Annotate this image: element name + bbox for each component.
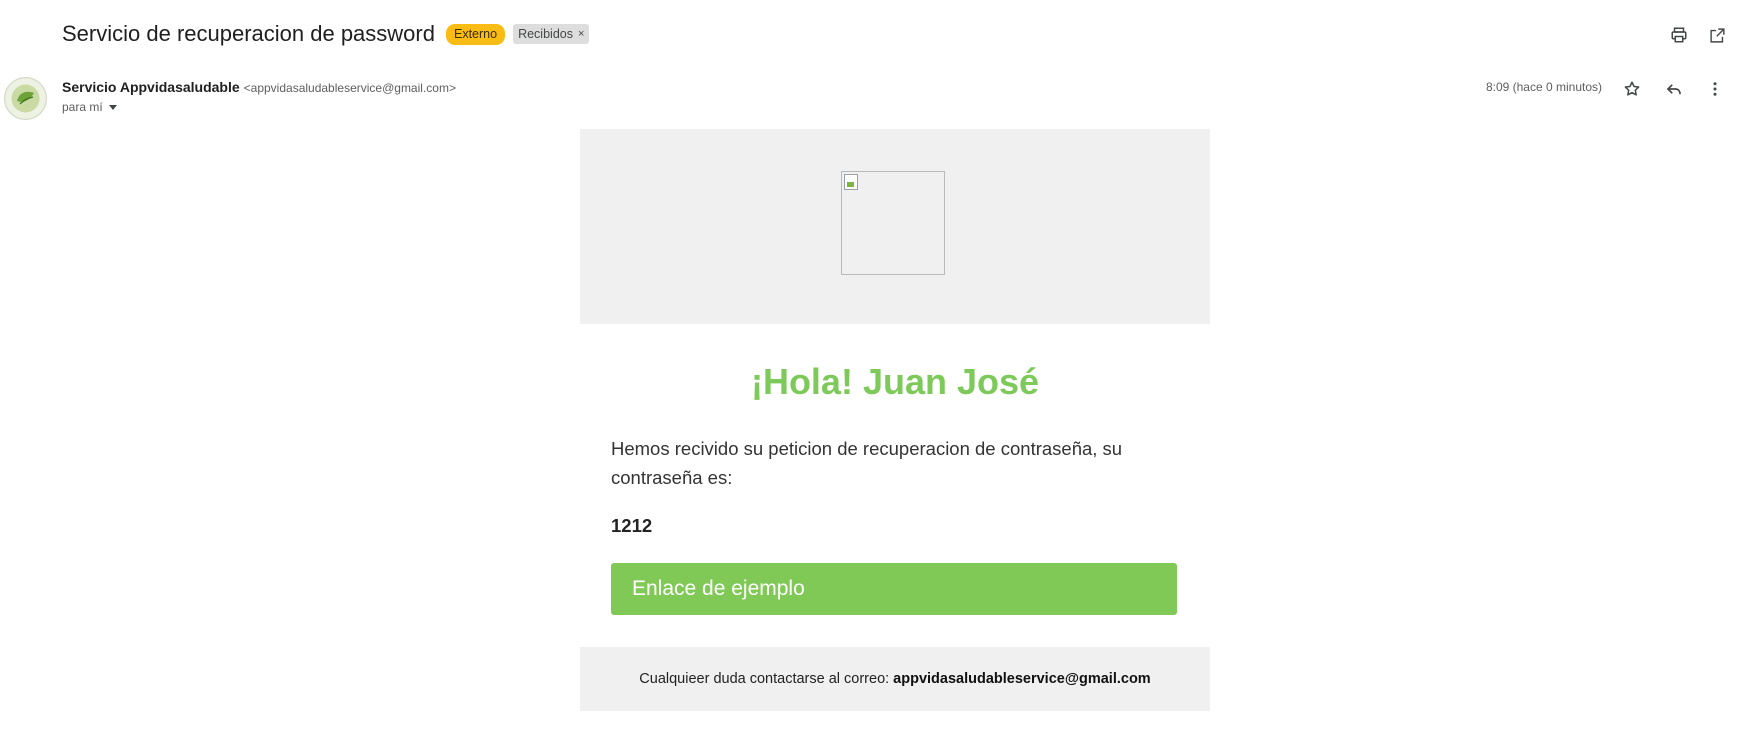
recipient-details-toggle[interactable]: para mí — [62, 100, 117, 114]
email-body: ¡Hola! Juan José Hemos recivido su petic… — [580, 129, 1210, 711]
sender-name[interactable]: Servicio Appvidasaludable — [62, 79, 240, 95]
footer-email[interactable]: appvidasaludableservice@gmail.com — [893, 671, 1151, 687]
sender-avatar[interactable] — [4, 77, 47, 120]
recipient-label: para mí — [62, 100, 103, 114]
open-in-new-window-icon[interactable] — [1706, 24, 1728, 46]
message-text: Hemos recivido su peticion de recuperaci… — [611, 438, 1123, 488]
remove-label-button[interactable]: × — [578, 26, 584, 42]
label-recibidos-text: Recibidos — [518, 27, 573, 41]
print-icon[interactable] — [1668, 24, 1690, 46]
password-value: 1212 — [611, 515, 653, 536]
footer-text: Cualquieer duda contactarse al correo: — [639, 671, 890, 687]
chevron-down-icon — [108, 104, 117, 110]
reply-icon[interactable] — [1663, 78, 1685, 100]
email-subject: Servicio de recuperacion de password — [62, 21, 435, 46]
email-footer: Cualquieer duda contactarse al correo: a… — [580, 647, 1210, 711]
star-icon[interactable] — [1621, 78, 1643, 100]
email-header-band — [580, 129, 1210, 324]
greeting-heading: ¡Hola! Juan José — [750, 361, 1040, 402]
sender-email: <appvidasaludableservice@gmail.com> — [243, 81, 456, 95]
more-vert-icon[interactable] — [1704, 78, 1726, 100]
message-timestamp: 8:09 (hace 0 minutos) — [1485, 80, 1602, 94]
broken-image-icon — [844, 174, 858, 190]
email-content: Hemos recivido su peticion de recuperaci… — [580, 434, 1210, 615]
logo-image-broken — [841, 171, 945, 275]
subject-row: Servicio de recuperacion de password Ext… — [62, 18, 590, 50]
label-externo: Externo — [445, 23, 506, 45]
label-recibidos: Recibidos × — [513, 24, 590, 44]
example-link-button[interactable]: Enlace de ejemplo — [611, 563, 1177, 615]
sender-line: Servicio Appvidasaludable <appvidasaluda… — [62, 79, 456, 95]
